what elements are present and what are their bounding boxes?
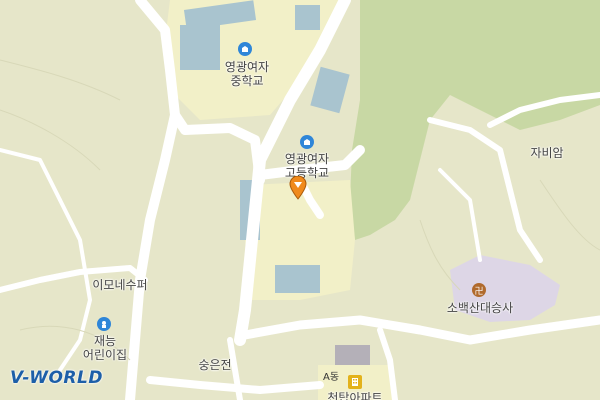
school-icon[interactable] <box>238 42 252 56</box>
place-name-line: 소백산대승사 <box>446 301 514 315</box>
building <box>295 5 320 30</box>
place-label-girls-middle-school[interactable]: 영광여자 중학교 <box>215 60 279 88</box>
place-label-girls-high-school[interactable]: 영광여자 고등학교 <box>275 152 339 180</box>
building <box>335 345 370 367</box>
place-name-line: 중학교 <box>230 74 264 88</box>
place-name-line: 이모네수퍼 <box>92 278 148 292</box>
place-name-line: 자비암 <box>530 146 564 160</box>
place-label-imone-super[interactable]: 이모네수퍼 <box>85 278 155 292</box>
place-label-sobaeksan-temple[interactable]: 소백산대승사 <box>438 301 522 315</box>
place-name-line: 영광여자 <box>224 60 270 74</box>
place-label-jaeneung-daycare[interactable]: 재능 어린이집 <box>75 334 135 362</box>
building-label: A동 <box>323 372 340 383</box>
place-name-line: 어린이집 <box>82 348 128 362</box>
location-pin-icon[interactable] <box>289 176 307 200</box>
building <box>180 25 220 70</box>
place-name-line: 숭은전 <box>198 358 232 372</box>
temple-icon[interactable]: 卍 <box>472 283 486 297</box>
place-name-line: 재능 <box>93 334 117 348</box>
apartment-icon[interactable] <box>348 375 362 389</box>
vworld-logo: V-WORLD <box>10 368 103 388</box>
place-label-apartment[interactable]: 천탑아파트 <box>320 391 390 400</box>
building <box>275 265 320 293</box>
place-label-jabiam[interactable]: 자비암 <box>522 146 572 160</box>
place-name-line: 고등학교 <box>284 166 330 180</box>
place-label-soongeunjeon[interactable]: 숭은전 <box>190 358 240 372</box>
map-view[interactable]: 영광여자 중학교 영광여자 고등학교 자비암 이모네수퍼 재능 어린이집 숭은전… <box>0 0 600 400</box>
kindergarten-icon[interactable] <box>97 317 111 331</box>
place-name-line: 천탑아파트 <box>327 391 383 400</box>
school-icon[interactable] <box>300 135 314 149</box>
place-name-line: 영광여자 <box>284 152 330 166</box>
